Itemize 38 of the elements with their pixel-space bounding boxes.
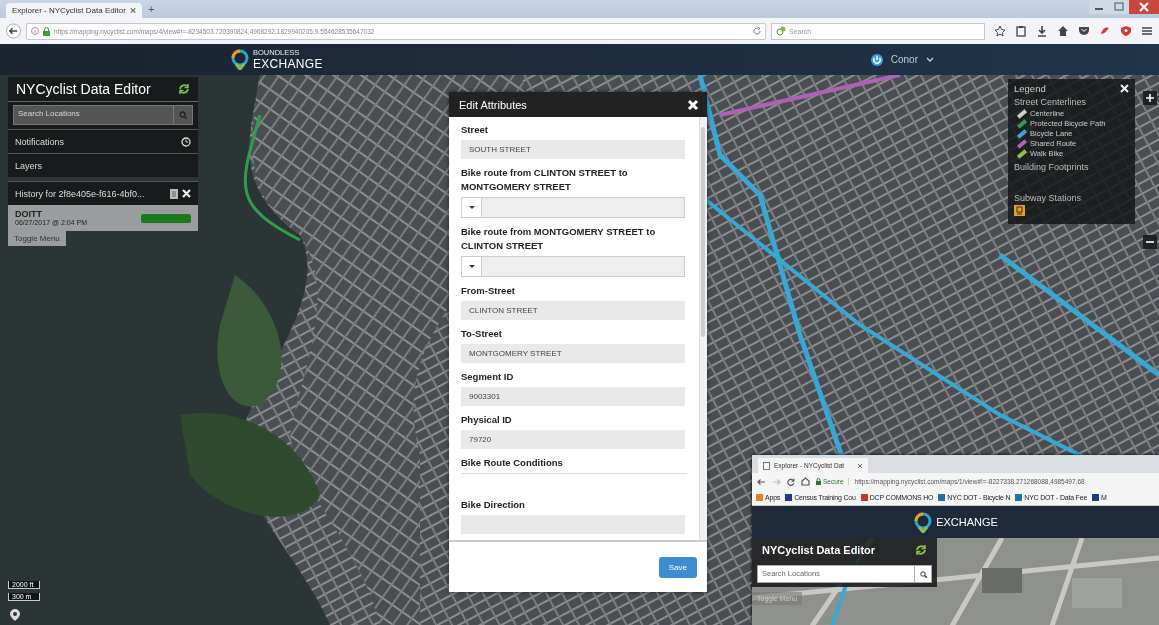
input-field[interactable]: CLINTON STREET <box>461 301 685 320</box>
field-label: Segment ID <box>461 370 515 384</box>
input-field[interactable]: MONTGOMERY STREET <box>461 344 685 363</box>
input-field[interactable]: SOUTH STREET <box>461 140 685 159</box>
field-label: Bike route from CLINTON STREET to MONTGOMERY STREET <box>461 166 629 194</box>
toggle-menu-button[interactable]: Toggle Menu <box>8 231 66 246</box>
menu-item[interactable]: Layers <box>8 153 198 177</box>
field-label: Bike Direction <box>461 498 526 512</box>
menu-item[interactable]: History for 2f8e405e-f616-4bf0... <box>8 181 198 205</box>
user-menu[interactable]: Conor <box>890 54 918 65</box>
dialog-title: Edit Attributes <box>459 98 527 111</box>
new-tab-button[interactable]: + <box>148 3 155 15</box>
field-label: From-Street <box>461 284 516 298</box>
panel-title: NYCyclist Data Editor <box>16 81 151 97</box>
panel-title: NYCyclist Data Editor <box>762 544 876 556</box>
menu-item[interactable]: Notifications <box>8 129 198 153</box>
history-author: DOITT <box>15 209 43 220</box>
menu-item-label: Notifications <box>15 136 66 147</box>
legend-section-title: Building Footprints <box>1014 162 1090 172</box>
browser-tab[interactable]: Explorer - NYCyclist Data Editor <box>6 3 142 18</box>
legend-title: Legend <box>1014 83 1046 94</box>
save-button[interactable]: Save <box>658 556 697 578</box>
search-placeholder: Search Locations <box>17 108 81 120</box>
field-label: Physical ID <box>461 413 513 427</box>
field-label: Street <box>461 123 489 137</box>
input-field[interactable]: 79720 <box>461 430 685 449</box>
search-field[interactable]: Search Locations <box>13 105 193 125</box>
field-label: Bike route from MONTGOMERY STREET to CLINTON STREET <box>461 225 657 253</box>
menu-item-label: History for 2f8e405e-f616-4bf0... <box>15 188 146 199</box>
field-label: Bike Route Conditions <box>461 456 687 474</box>
legend-section-title: Subway Stations <box>1014 193 1083 203</box>
logo-text: EXCHANGE <box>936 516 998 528</box>
logo-text: EXCHANGE <box>253 57 323 70</box>
legend-section-title: Street Centerlines <box>1014 97 1088 107</box>
menu-item-label: Layers <box>15 160 43 171</box>
input-field[interactable]: 9003301 <box>461 387 685 406</box>
field-label: To-Street <box>461 327 503 341</box>
tab-title: Explorer - NYCyclist Data Editor <box>12 6 126 15</box>
